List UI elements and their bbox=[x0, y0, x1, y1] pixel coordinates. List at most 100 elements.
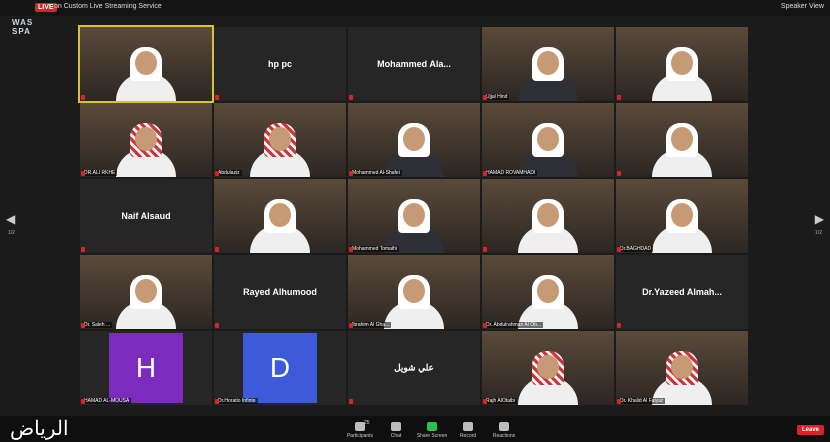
participant-tile[interactable]: DR.ALI RKHE bbox=[80, 103, 212, 177]
participant-name-tag: Dr. Saleh ... bbox=[82, 322, 113, 328]
speaker-view-button[interactable]: Speaker View bbox=[781, 3, 824, 10]
video-feed bbox=[651, 119, 713, 177]
chat-icon bbox=[391, 422, 401, 431]
reactions-icon bbox=[499, 422, 509, 431]
participant-tile[interactable]: Mohammed Tomaihi bbox=[348, 179, 480, 253]
share-screen-icon bbox=[427, 422, 437, 431]
participant-tile[interactable]: Rajh AlOtaibi bbox=[482, 331, 614, 405]
participant-tile[interactable]: D Dr.Horatio Infinte bbox=[214, 331, 346, 405]
participant-tile[interactable] bbox=[616, 103, 748, 177]
leave-button[interactable]: Leave bbox=[796, 425, 824, 435]
participant-tile[interactable] bbox=[616, 27, 748, 101]
video-feed bbox=[383, 119, 445, 177]
participant-tile[interactable]: Dr. Khalid Al Faiyaz bbox=[616, 331, 748, 405]
video-feed bbox=[249, 119, 311, 177]
mic-muted-icon bbox=[81, 399, 85, 404]
next-page-icon[interactable]: ▶ bbox=[815, 212, 824, 226]
participant-tile[interactable] bbox=[214, 179, 346, 253]
logo-line1: WAS bbox=[12, 18, 34, 27]
participant-name: Mohammed Ala... bbox=[377, 59, 451, 69]
participant-tile[interactable]: Dr. Abdulrahman Al Ob... bbox=[482, 255, 614, 329]
record-icon bbox=[463, 422, 473, 431]
mic-muted-icon bbox=[617, 323, 621, 328]
mic-muted-icon bbox=[215, 95, 219, 100]
avatar: H bbox=[109, 333, 183, 403]
control-label: Record bbox=[459, 433, 477, 439]
participant-name-tag: Ujjal Hind bbox=[484, 94, 510, 100]
participant-tile[interactable]: Ibrahim Al Gha... bbox=[348, 255, 480, 329]
participant-tile[interactable]: H HAMAD AL-MOUSA bbox=[80, 331, 212, 405]
video-feed bbox=[651, 43, 713, 101]
participant-tile[interactable]: علي شويل bbox=[348, 331, 480, 405]
mic-muted-icon bbox=[617, 247, 621, 252]
participant-tile[interactable] bbox=[482, 179, 614, 253]
mic-muted-icon bbox=[617, 171, 621, 176]
video-feed bbox=[651, 195, 713, 253]
meeting-topbar: LIVE on Custom Live Streaming Service Sp… bbox=[0, 0, 830, 16]
mic-muted-icon bbox=[349, 171, 353, 176]
spa-logo: WAS SPA bbox=[12, 18, 33, 36]
record-button[interactable]: Record bbox=[448, 422, 488, 439]
avatar: D bbox=[243, 333, 317, 403]
mic-muted-icon bbox=[215, 323, 219, 328]
participant-grid: hp pc Mohammed Ala... Ujjal Hind DR.ALI RKH… bbox=[78, 25, 748, 407]
participant-name-tag: HAMAD AL-MOUSA bbox=[82, 398, 132, 404]
page-indicator-right: 1/2 bbox=[815, 230, 822, 236]
mic-muted-icon bbox=[81, 247, 85, 252]
participant-tile[interactable]: Ujjal Hind bbox=[482, 27, 614, 101]
participant-tile[interactable]: Rayed Alhumood bbox=[214, 255, 346, 329]
participant-tile[interactable]: hp pc bbox=[214, 27, 346, 101]
participant-name-tag: Abdulaziz bbox=[216, 170, 242, 176]
mic-muted-icon bbox=[215, 399, 219, 404]
mic-muted-icon bbox=[483, 171, 487, 176]
participant-name-tag: Mohammed Tomaihi bbox=[350, 246, 399, 252]
logo-line2: SPA bbox=[12, 27, 31, 36]
participant-tile[interactable]: HAMAD ROVAMHADI bbox=[482, 103, 614, 177]
participant-name-tag: Dr. Khalid Al Faiyaz bbox=[618, 398, 666, 404]
video-feed bbox=[115, 271, 177, 329]
participant-tile[interactable]: Mohammed Al-Shafei bbox=[348, 103, 480, 177]
control-label: Participants bbox=[346, 433, 374, 439]
participant-tile[interactable]: Dr. Saleh ... bbox=[80, 255, 212, 329]
video-feed bbox=[517, 43, 579, 101]
control-label: Reactions bbox=[492, 433, 516, 439]
mic-muted-icon bbox=[617, 399, 621, 404]
video-feed bbox=[651, 347, 713, 405]
mic-muted-icon bbox=[349, 95, 353, 100]
mic-muted-icon bbox=[81, 323, 85, 328]
participant-name-tag: Rajh AlOtaibi bbox=[484, 398, 517, 404]
mic-muted-icon bbox=[215, 171, 219, 176]
page-indicator-left: 1/2 bbox=[8, 230, 15, 236]
riyadh-watermark: الرياض bbox=[10, 416, 69, 440]
participant-tile[interactable]: Mohammed Ala... bbox=[348, 27, 480, 101]
video-feed bbox=[383, 195, 445, 253]
stream-status[interactable]: on Custom Live Streaming Service bbox=[54, 3, 162, 10]
mic-muted-icon bbox=[483, 95, 487, 100]
share-screen-button[interactable]: Share Screen bbox=[412, 422, 452, 439]
participant-name-tag: Dr. Abdulrahman Al Ob... bbox=[484, 322, 544, 328]
video-feed bbox=[383, 271, 445, 329]
video-feed bbox=[517, 119, 579, 177]
participant-tile[interactable]: Naif Alsaud bbox=[80, 179, 212, 253]
video-feed bbox=[249, 195, 311, 253]
mic-muted-icon bbox=[215, 247, 219, 252]
meeting-controls: Leave Participants Chat Share Screen Record… bbox=[0, 416, 830, 442]
reactions-button[interactable]: Reactions bbox=[484, 422, 524, 439]
video-feed bbox=[115, 43, 177, 101]
participant-name: hp pc bbox=[268, 59, 292, 69]
participant-tile[interactable]: Dr.BAGHDAD bbox=[616, 179, 748, 253]
participant-tile[interactable] bbox=[78, 25, 214, 103]
mic-muted-icon bbox=[483, 247, 487, 252]
participants-button[interactable]: Participants bbox=[340, 422, 380, 439]
mic-muted-icon bbox=[349, 247, 353, 252]
participant-tile[interactable]: Abdulaziz bbox=[214, 103, 346, 177]
video-feed bbox=[115, 119, 177, 177]
participant-name: Dr.Yazeed Almah... bbox=[642, 287, 722, 297]
participant-tile[interactable]: Dr.Yazeed Almah... bbox=[616, 255, 748, 329]
chat-button[interactable]: Chat bbox=[376, 422, 416, 439]
mic-muted-icon bbox=[349, 399, 353, 404]
participant-name: Naif Alsaud bbox=[121, 211, 171, 221]
prev-page-icon[interactable]: ◀ bbox=[6, 212, 15, 226]
control-label: Chat bbox=[390, 433, 402, 439]
participant-name-tag: Dr.BAGHDAD bbox=[618, 246, 654, 252]
